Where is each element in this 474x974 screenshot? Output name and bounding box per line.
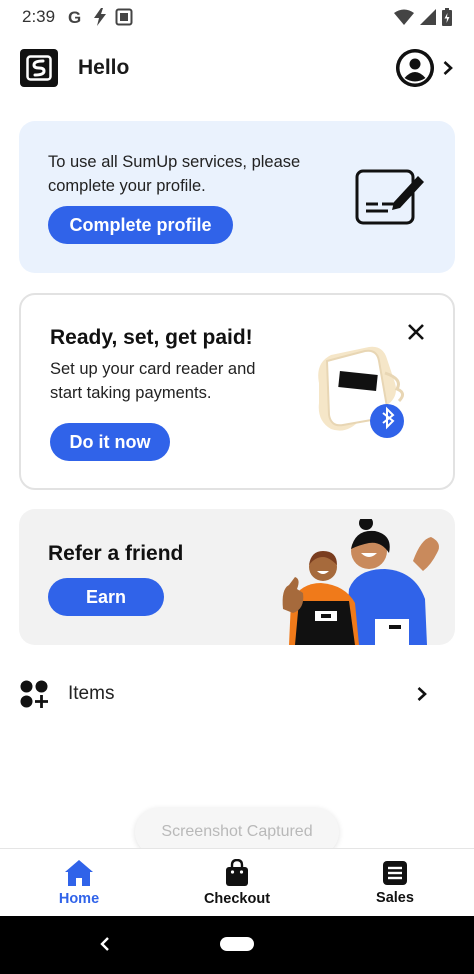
wifi-icon	[394, 9, 414, 25]
status-left: 2:39 G	[22, 7, 133, 27]
chevron-right-icon	[417, 687, 427, 701]
refer-friend-card: Refer a friend Earn	[19, 509, 455, 645]
home-pill-button[interactable]	[220, 937, 254, 951]
card-reader-bluetooth-illustration	[318, 346, 404, 438]
account-circle-icon	[396, 49, 434, 87]
system-navigation-bar	[0, 916, 474, 974]
nav-label-home: Home	[58, 890, 100, 907]
svg-text:G: G	[68, 8, 81, 26]
friends-waving-illustration	[282, 519, 439, 645]
sumup-logo-icon	[20, 49, 58, 87]
close-icon[interactable]	[407, 323, 425, 341]
status-system-icons	[394, 8, 452, 26]
items-label: Items	[68, 683, 115, 704]
home-icon	[65, 859, 93, 886]
status-bar: 2:39 G	[0, 0, 474, 34]
back-icon[interactable]	[98, 934, 112, 954]
bottom-navigation: Home Checkout Sales	[0, 848, 474, 916]
status-time: 2:39	[22, 7, 56, 26]
receipt-icon	[383, 860, 407, 885]
nav-label-checkout: Checkout	[203, 890, 271, 907]
complete-profile-button[interactable]: Complete profile	[48, 206, 233, 244]
get-paid-text: Set up your card reader and start taking…	[50, 360, 256, 402]
edit-card-icon	[355, 169, 424, 225]
complete-profile-text: To use all SumUp services, please comple…	[48, 153, 301, 195]
complete-profile-card: To use all SumUp services, please comple…	[19, 121, 455, 273]
get-paid-card: Ready, set, get paid! Set up your card r…	[19, 293, 455, 490]
flash-icon	[94, 8, 107, 26]
page-title: Hello	[78, 56, 130, 79]
nav-item-checkout[interactable]: Checkout	[158, 849, 316, 916]
google-g-icon: G	[68, 8, 81, 26]
refer-friend-title: Refer a friend	[48, 542, 184, 565]
profile-button[interactable]	[396, 49, 454, 87]
earn-button[interactable]: Earn	[48, 578, 164, 616]
get-paid-title: Ready, set, get paid!	[50, 326, 253, 349]
screenshot-icon	[115, 8, 133, 26]
battery-icon	[442, 8, 452, 26]
add-items-icon	[20, 680, 48, 708]
signal-icon	[420, 9, 436, 25]
do-it-now-button[interactable]: Do it now	[50, 423, 170, 461]
chevron-right-icon	[443, 61, 453, 75]
items-row[interactable]: Items	[20, 672, 454, 716]
app-header: Hello	[20, 48, 454, 88]
nav-item-sales[interactable]: Sales	[316, 849, 474, 916]
nav-label-sales: Sales	[376, 889, 414, 906]
nav-item-home[interactable]: Home	[0, 849, 158, 916]
shopping-bag-icon	[226, 858, 248, 886]
status-notification-icons: G	[67, 8, 133, 26]
